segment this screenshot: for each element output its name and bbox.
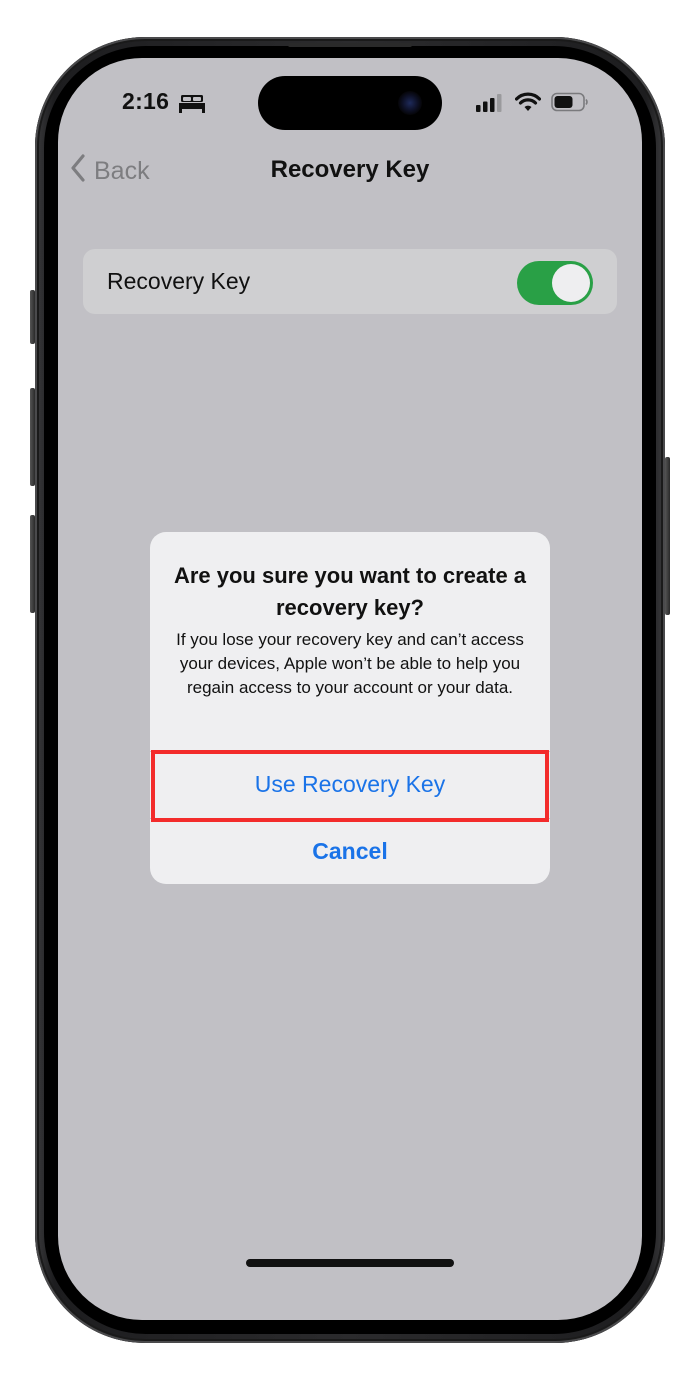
action-button: [30, 290, 35, 344]
power-button: [665, 457, 670, 615]
phone-speaker-grille: [288, 43, 412, 47]
toggle-knob: [552, 264, 590, 302]
confirmation-alert: Are you sure you want to create a recove…: [150, 532, 550, 884]
cancel-button[interactable]: Cancel: [150, 819, 550, 883]
recovery-key-toggle[interactable]: [517, 261, 593, 305]
settings-row-recovery-key: Recovery Key: [83, 249, 617, 314]
dynamic-island: [258, 76, 442, 130]
alert-title: Are you sure you want to create a recove…: [173, 563, 527, 620]
screen: 2:16 Back Recovery Key Recovery Key Are …: [58, 58, 642, 1320]
home-indicator[interactable]: [246, 1259, 454, 1267]
status-time: 2:16: [122, 88, 170, 114]
battery-icon: [551, 92, 589, 117]
front-camera-icon: [398, 91, 422, 115]
page-title: Recovery Key: [270, 156, 430, 183]
stage: 2:16 Back Recovery Key Recovery Key Are …: [0, 0, 700, 1379]
use-recovery-key-button[interactable]: Use Recovery Key: [150, 752, 550, 816]
bed-icon: [178, 94, 206, 119]
volume-up-button: [30, 388, 35, 486]
volume-down-button: [30, 515, 35, 613]
cellular-signal-icon: [476, 94, 504, 117]
wifi-icon: [514, 92, 542, 117]
row-label: Recovery Key: [107, 268, 251, 294]
alert-message: If you lose your recovery key and can’t …: [176, 630, 524, 697]
